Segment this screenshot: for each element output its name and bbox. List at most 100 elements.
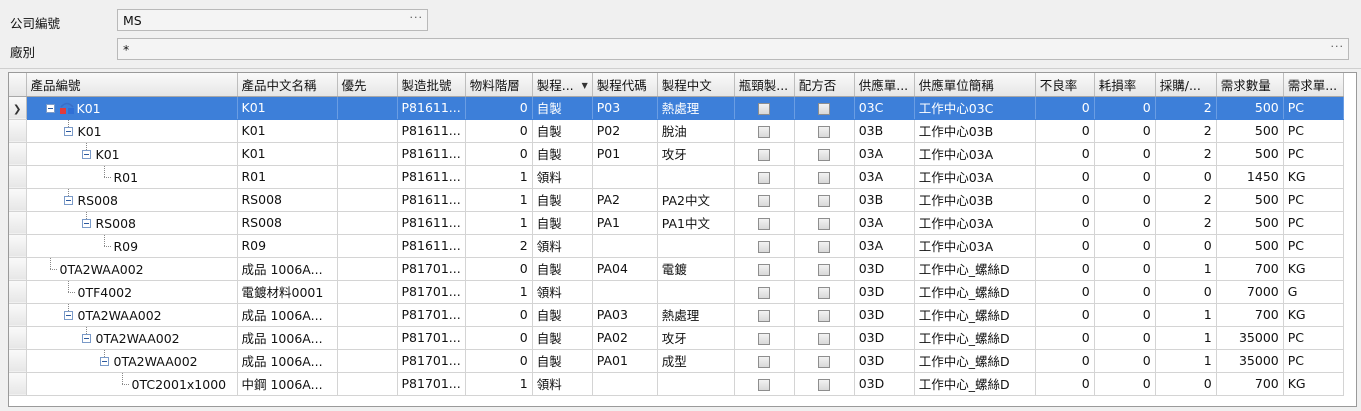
bottleneck-checkbox[interactable] [758,148,771,161]
process-code-cell[interactable]: PA01 [592,349,658,373]
process-type-cell[interactable]: 自製 [532,96,593,120]
row-indicator[interactable] [9,372,27,396]
formula-checkbox[interactable] [818,194,831,207]
formula-checkbox[interactable] [818,309,831,322]
supplier-name-cell[interactable]: 工作中心03B [914,119,1036,143]
lot-cell[interactable]: P81611... [397,119,466,143]
table-row[interactable]: 0TC2001x1000 中鋼 1006A... P81701... 1 領料 03D 工作… [9,372,1344,396]
product-code-cell[interactable]: K01 [26,96,238,120]
defect-rate-cell[interactable]: 0 [1035,326,1095,350]
process-code-cell[interactable] [592,165,658,189]
formula-checkbox[interactable] [818,102,831,115]
process-code-cell[interactable]: PA03 [592,303,658,327]
table-row[interactable]: RS008 RS008 P81611... 1 自製 PA1 PA1中文 03A 工作中心03A… [9,211,1344,235]
process-name-cell[interactable]: 攻牙 [657,326,735,350]
process-type-cell[interactable]: 領料 [532,165,593,189]
row-indicator[interactable]: ❯ [9,96,27,120]
loss-rate-cell[interactable]: 0 [1094,211,1156,235]
col-demand-unit[interactable]: 需求單... [1283,73,1344,97]
demand-unit-cell[interactable]: KG [1283,372,1344,396]
product-code-cell[interactable]: 0TA2WAA002 [26,257,238,281]
purchase-cell[interactable]: 1 [1155,257,1217,281]
col-priority[interactable]: 優先 [337,73,398,97]
product-code-cell[interactable]: K01 [26,119,238,143]
defect-rate-cell[interactable]: 0 [1035,303,1095,327]
level-cell[interactable]: 0 [465,326,533,350]
loss-rate-cell[interactable]: 0 [1094,257,1156,281]
formula-checkbox[interactable] [818,148,831,161]
supplier-name-cell[interactable]: 工作中心_螺絲D [914,280,1036,304]
purchase-cell[interactable]: 0 [1155,165,1217,189]
defect-rate-cell[interactable]: 0 [1035,234,1095,258]
demand-unit-cell[interactable]: PC [1283,326,1344,350]
priority-cell[interactable] [337,303,398,327]
loss-rate-cell[interactable]: 0 [1094,165,1156,189]
bottleneck-checkbox[interactable] [758,355,771,368]
table-row[interactable]: RS008 RS008 P81611... 1 自製 PA2 PA2中文 03B 工作中心03B… [9,188,1344,212]
process-code-cell[interactable]: P02 [592,119,658,143]
loss-rate-cell[interactable]: 0 [1094,119,1156,143]
defect-rate-cell[interactable]: 0 [1035,188,1095,212]
priority-cell[interactable] [337,96,398,120]
level-cell[interactable]: 0 [465,96,533,120]
table-row[interactable]: K01 K01 P81611... 0 自製 P02 脫油 03B 工作中心03B 0 0 2 500 P… [9,119,1344,143]
process-type-cell[interactable]: 領料 [532,372,593,396]
process-type-cell[interactable]: 自製 [532,349,593,373]
priority-cell[interactable] [337,372,398,396]
process-name-cell[interactable] [657,165,735,189]
supplier-name-cell[interactable]: 工作中心03C [914,96,1036,120]
level-cell[interactable]: 1 [465,165,533,189]
lot-cell[interactable]: P81611... [397,211,466,235]
demand-unit-cell[interactable]: KG [1283,165,1344,189]
purchase-cell[interactable]: 1 [1155,349,1217,373]
process-name-cell[interactable] [657,372,735,396]
level-cell[interactable]: 1 [465,280,533,304]
level-cell[interactable]: 0 [465,142,533,166]
col-bottleneck[interactable]: 瓶頸製... [734,73,795,97]
bottleneck-checkbox[interactable] [758,125,771,138]
product-code-cell[interactable]: R09 [26,234,238,258]
demand-qty-cell[interactable]: 700 [1216,303,1284,327]
demand-unit-cell[interactable]: PC [1283,119,1344,143]
process-code-cell[interactable] [592,372,658,396]
process-type-cell[interactable]: 領料 [532,280,593,304]
row-indicator[interactable] [9,211,27,235]
supplier-name-cell[interactable]: 工作中心03B [914,188,1036,212]
demand-qty-cell[interactable]: 35000 [1216,349,1284,373]
demand-unit-cell[interactable]: PC [1283,211,1344,235]
demand-unit-cell[interactable]: PC [1283,142,1344,166]
level-cell[interactable]: 1 [465,211,533,235]
collapse-icon[interactable] [63,310,73,320]
product-name-cell[interactable]: K01 [237,142,338,166]
demand-unit-cell[interactable]: PC [1283,96,1344,120]
product-name-cell[interactable]: 成品 1006A... [237,349,338,373]
process-type-cell[interactable]: 自製 [532,119,593,143]
demand-qty-cell[interactable]: 500 [1216,188,1284,212]
product-name-cell[interactable]: 成品 1006A... [237,303,338,327]
supplier-cell[interactable]: 03D [854,280,915,304]
col-product-name[interactable]: 產品中文名稱 [237,73,338,97]
product-code-cell[interactable]: 0TC2001x1000 [26,372,238,396]
level-cell[interactable]: 2 [465,234,533,258]
row-indicator[interactable] [9,280,27,304]
product-name-cell[interactable]: K01 [237,119,338,143]
process-name-cell[interactable]: 攻牙 [657,142,735,166]
process-code-cell[interactable] [592,280,658,304]
plant-lookup-button[interactable]: ··· [1331,40,1345,53]
row-indicator[interactable] [9,234,27,258]
loss-rate-cell[interactable]: 0 [1094,326,1156,350]
supplier-cell[interactable]: 03D [854,372,915,396]
bottleneck-checkbox[interactable] [758,171,771,184]
row-indicator[interactable] [9,142,27,166]
product-code-cell[interactable]: RS008 [26,211,238,235]
priority-cell[interactable] [337,142,398,166]
defect-rate-cell[interactable]: 0 [1035,280,1095,304]
defect-rate-cell[interactable]: 0 [1035,96,1095,120]
process-type-cell[interactable]: 自製 [532,211,593,235]
process-code-cell[interactable]: PA02 [592,326,658,350]
supplier-cell[interactable]: 03A [854,165,915,189]
product-code-cell[interactable]: 0TA2WAA002 [26,349,238,373]
row-indicator[interactable] [9,303,27,327]
demand-unit-cell[interactable]: KG [1283,257,1344,281]
bom-tree-grid[interactable]: 產品編號 產品中文名稱 優先 製造批號 物料階層 製程... ▼ 製程代碼 製程中… [8,72,1357,407]
